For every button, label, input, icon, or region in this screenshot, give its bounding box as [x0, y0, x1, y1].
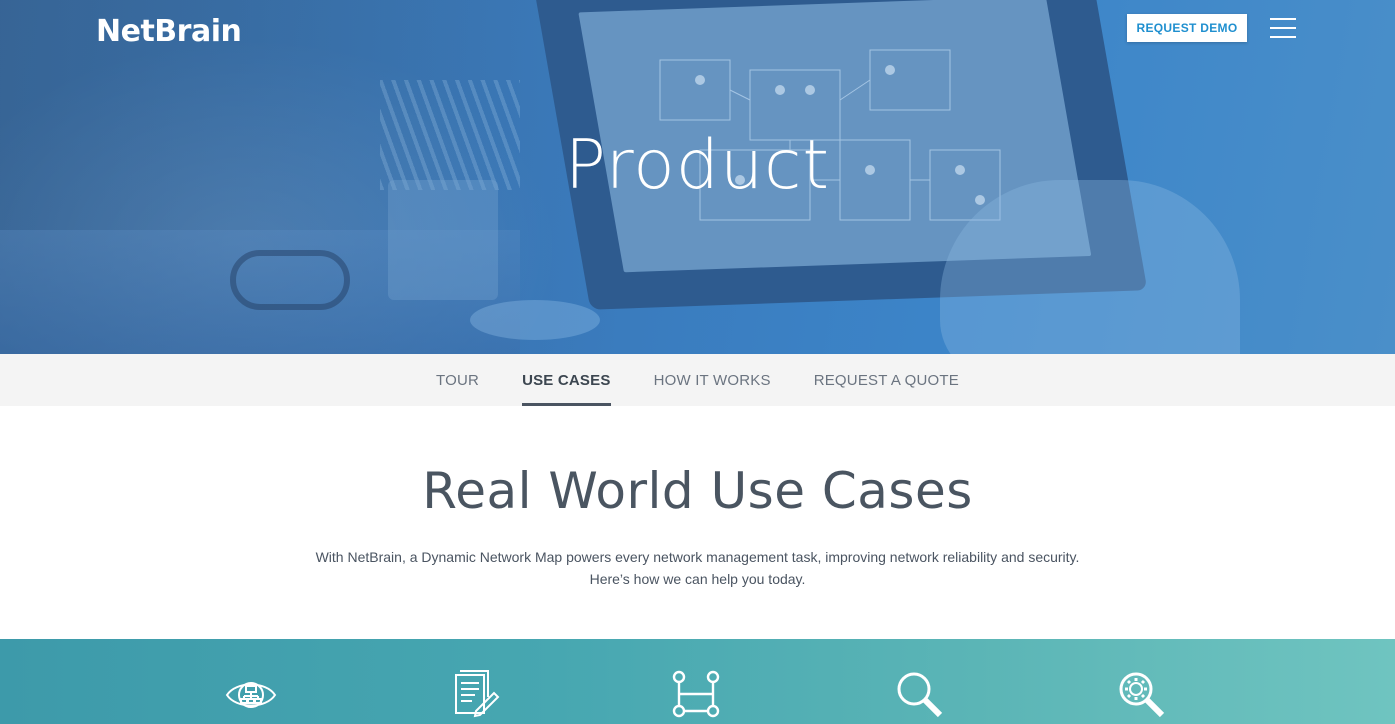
intro-line: Here’s how we can help you today. [589, 571, 806, 587]
tab-request-a-quote[interactable]: REQUEST A QUOTE [814, 354, 959, 406]
hero-hand-image [940, 180, 1240, 354]
section-title: Real World Use Cases [422, 462, 973, 520]
request-demo-button[interactable]: REQUEST DEMO [1127, 14, 1247, 42]
document-edit-icon[interactable] [448, 667, 502, 721]
menu-icon-bar [1270, 18, 1296, 20]
intro-line: With NetBrain, a Dynamic Network Map pow… [315, 549, 1080, 565]
menu-icon-bar [1270, 36, 1296, 38]
tab-tour[interactable]: TOUR [436, 354, 479, 406]
netbrain-logo[interactable]: NetBrain [96, 14, 242, 49]
hero-dish-image [470, 300, 600, 340]
hero-banner: Product [0, 0, 1395, 354]
menu-icon-bar [1270, 27, 1296, 29]
search-icon[interactable] [892, 667, 946, 721]
gear-search-icon[interactable] [1114, 667, 1168, 721]
network-eye-icon[interactable] [224, 667, 278, 721]
intro-text: With NetBrain, a Dynamic Network Map pow… [0, 546, 1395, 590]
tab-how-it-works[interactable]: HOW IT WORKS [654, 354, 771, 406]
workflow-icon[interactable] [669, 667, 723, 721]
hero-glasses-image [230, 250, 350, 310]
product-subnav: TOUR USE CASES HOW IT WORKS REQUEST A QU… [0, 354, 1395, 406]
tab-use-cases[interactable]: USE CASES [522, 354, 611, 406]
page-title: Product [564, 126, 831, 205]
menu-icon[interactable] [1270, 18, 1296, 38]
use-case-icon-band [0, 639, 1395, 724]
